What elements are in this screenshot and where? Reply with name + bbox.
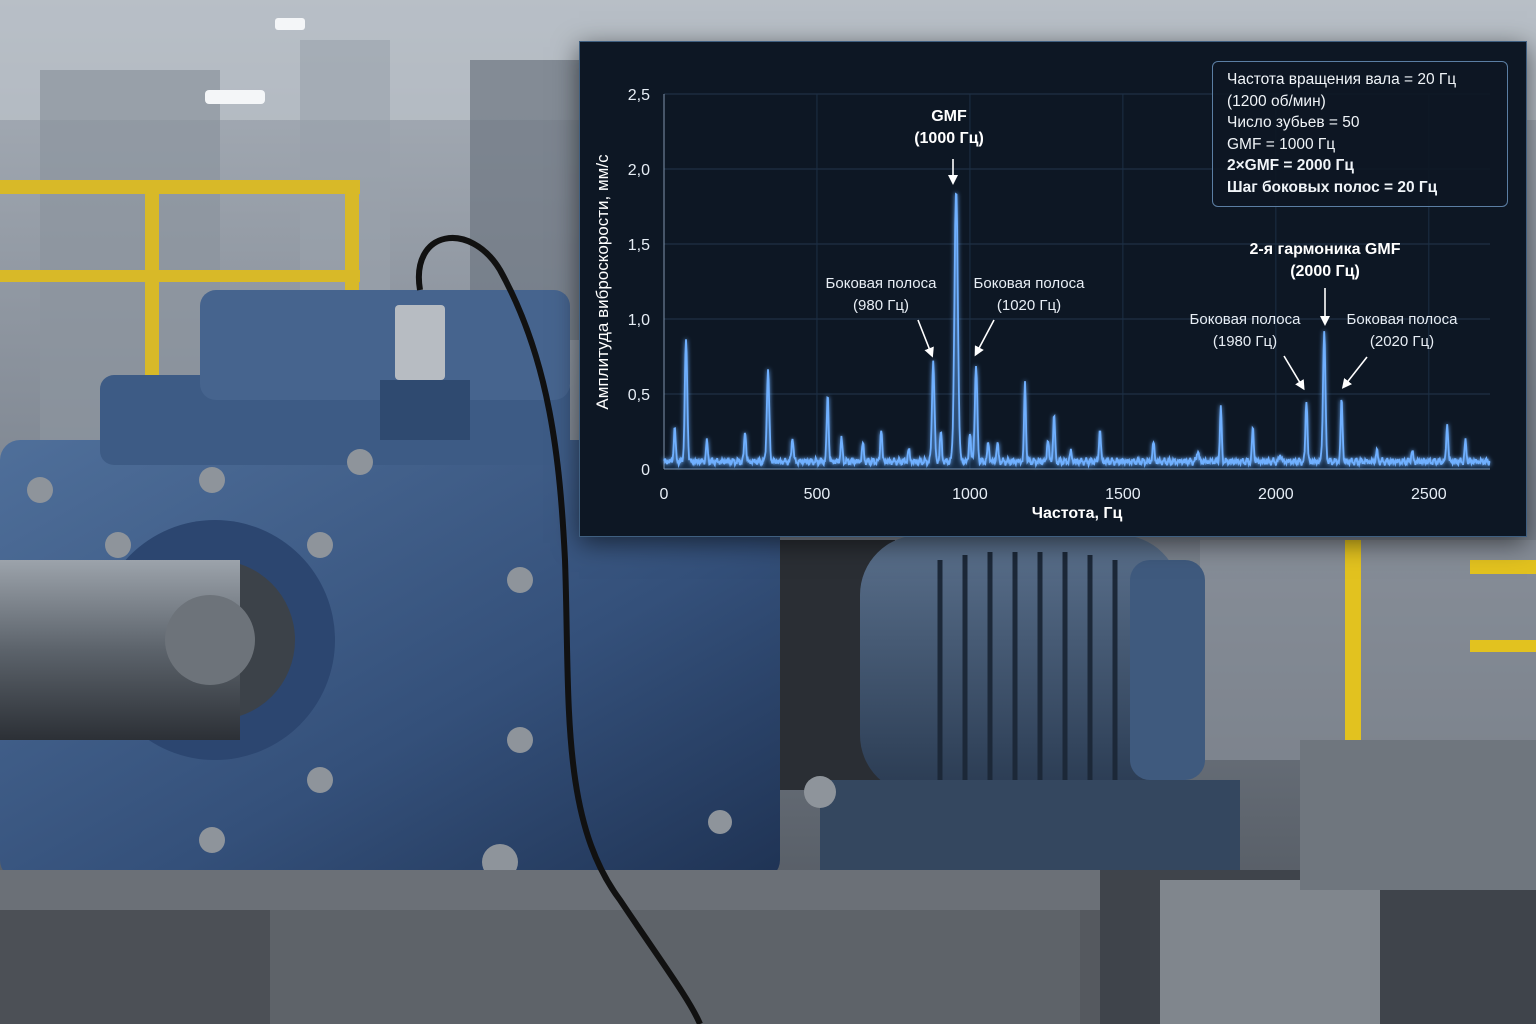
y-ticks: 0 0,5 1,0 1,5 2,0 2,5 <box>628 87 650 479</box>
parameters-legend-box: Частота вращения вала = 20 Гц (1200 об/м… <box>1212 61 1508 207</box>
sideband-980-arrow <box>917 319 934 358</box>
spectrum-chart-panel: 0 0,5 1,0 1,5 2,0 2,5 0 500 1000 1500 2000 2500 Ча… <box>579 41 1527 537</box>
y-tick-label: 2,0 <box>628 162 650 179</box>
sideband-2020-label: Боковая полоса <box>1347 311 1459 328</box>
x-tick-label: 2500 <box>1411 486 1447 503</box>
sideband-1980-value: (1980 Гц) <box>1213 333 1277 350</box>
sideband-1020-label: Боковая полоса <box>974 275 1086 292</box>
y-tick-label: 1,0 <box>628 312 650 329</box>
y-tick-label: 0 <box>641 462 650 479</box>
sideband-1980-label: Боковая полоса <box>1190 311 1302 328</box>
shaft-rpm-line: (1200 об/мин) <box>1227 92 1326 110</box>
x-tick-label: 0 <box>660 486 669 503</box>
x-axis-title: Частота, Гц <box>1032 505 1123 522</box>
sideband-step-line: Шаг боковых полос = 20 Гц <box>1227 178 1438 196</box>
sideband-980-label: Боковая полоса <box>826 275 938 292</box>
spectrum-area <box>664 194 1490 469</box>
spectrum-series-line <box>663 192 1491 469</box>
shaft-speed-line: Частота вращения вала = 20 Гц <box>1227 71 1457 88</box>
gmf-harmonic-value-label: (2000 Гц) <box>1290 263 1360 280</box>
x-tick-label: 500 <box>804 486 831 503</box>
x-tick-label: 1500 <box>1105 486 1141 503</box>
gmf-label: GMF <box>931 108 967 125</box>
sideband-980-value: (980 Гц) <box>853 297 909 314</box>
x-tick-label: 1000 <box>952 486 988 503</box>
sideband-1020-arrow <box>974 319 995 357</box>
gmf2-line: 2×GMF = 2000 Гц <box>1227 157 1354 174</box>
gmf-line: GMF = 1000 Гц <box>1227 135 1336 153</box>
y-axis-title: Амплитуда виброскорости, мм/с <box>593 154 612 410</box>
x-ticks: 0 500 1000 1500 2000 2500 <box>660 486 1447 503</box>
gmf-harmonic-label: 2-я гармоника GMF <box>1250 241 1401 258</box>
sideband-2020-value: (2020 Гц) <box>1370 333 1434 350</box>
sideband-2020-arrow <box>1341 356 1368 389</box>
sideband-1980-arrow <box>1283 355 1305 391</box>
teeth-count-line: Число зубьев = 50 <box>1227 114 1360 131</box>
y-tick-label: 1,5 <box>628 237 650 254</box>
y-tick-label: 2,5 <box>628 87 650 104</box>
sideband-1020-value: (1020 Гц) <box>997 297 1061 314</box>
x-tick-label: 2000 <box>1258 486 1294 503</box>
y-tick-label: 0,5 <box>628 387 650 404</box>
gmf-value-label: (1000 Гц) <box>914 130 984 147</box>
